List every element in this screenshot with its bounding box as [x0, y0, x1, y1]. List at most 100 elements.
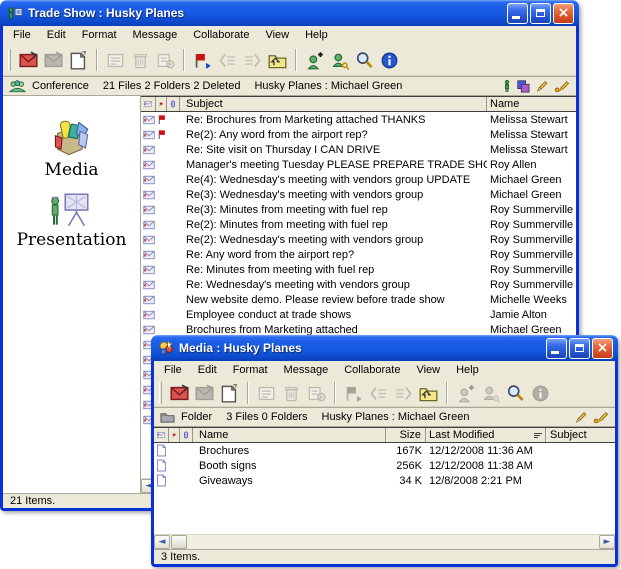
minimize-button[interactable] [507, 3, 528, 24]
toolbar-grip[interactable] [159, 382, 162, 404]
parent-folder-icon[interactable] [266, 49, 289, 72]
parent-folder-icon[interactable] [417, 382, 440, 405]
summarize-icon[interactable] [255, 382, 278, 405]
message-subject: Brochures from Marketing attached [186, 324, 358, 336]
toolbar-divider [247, 382, 249, 404]
menu-item[interactable]: File [156, 361, 190, 380]
column-header-icon[interactable] [141, 97, 156, 111]
message-row[interactable]: Re(2): Any word from the airport rep? Me… [141, 127, 576, 142]
message-subject: Manager's meeting Tuesday PLEASE PREPARE… [186, 159, 487, 171]
file-row[interactable]: Booth signs 256K 12/12/2008 11:38 AM [154, 458, 615, 473]
column-header-size[interactable]: Size [386, 428, 426, 442]
protected-pencil-icon[interactable] [593, 410, 609, 424]
column-header-attachment[interactable] [167, 97, 180, 111]
file-size: 167K [396, 445, 422, 457]
permissions-icon[interactable] [479, 382, 502, 405]
flag-icon[interactable] [342, 382, 365, 405]
add-member-icon[interactable] [454, 382, 477, 405]
message-row[interactable]: Employee conduct at trade shows Jamie Al… [141, 307, 576, 322]
unsubscribe-icon[interactable] [305, 382, 328, 405]
file-row[interactable]: Giveaways 34 K 12/8/2008 2:21 PM [154, 473, 615, 488]
menu-item[interactable]: Edit [190, 361, 225, 380]
search-icon[interactable] [504, 382, 527, 405]
unsubscribe-icon[interactable] [154, 49, 177, 72]
file-name: Booth signs [199, 460, 256, 472]
delete-icon[interactable] [129, 49, 152, 72]
unquote-icon[interactable] [392, 382, 415, 405]
message-row[interactable]: New website demo. Please review before t… [141, 292, 576, 307]
new-document-icon[interactable] [218, 382, 241, 405]
scrollbar-thumb[interactable] [171, 535, 187, 549]
menu-item[interactable]: Collaborate [336, 361, 408, 380]
message-row[interactable]: Re(4): Wednesday's meeting with vendors … [141, 172, 576, 187]
file-row[interactable]: Brochures 167K 12/12/2008 11:36 AM [154, 443, 615, 458]
desktop-item-media[interactable]: Media [45, 118, 99, 180]
message-row[interactable]: Re: Minutes from meeting with fuel rep R… [141, 262, 576, 277]
menu-item[interactable]: View [257, 26, 297, 45]
message-row[interactable]: Re: Site visit on Thursday I CAN DRIVE M… [141, 142, 576, 157]
info-icon[interactable] [378, 49, 401, 72]
column-header-icon[interactable] [154, 428, 169, 442]
menu-item[interactable]: Collaborate [185, 26, 257, 45]
message-row[interactable]: Re(2): Wednesday's meeting with vendors … [141, 232, 576, 247]
column-header-subject[interactable]: Subject [180, 97, 487, 111]
main-titlebar[interactable]: Trade Show : Husky Planes × [0, 0, 579, 26]
message-row[interactable]: Re(3): Minutes from meeting with fuel re… [141, 202, 576, 217]
toolbar-divider [334, 382, 336, 404]
column-header-modified[interactable]: Last Modified [426, 428, 546, 442]
minimize-button[interactable] [546, 338, 567, 359]
menu-item[interactable]: Help [448, 361, 487, 380]
message-row[interactable]: Re: Brochures from Marketing attached TH… [141, 112, 576, 127]
menu-item[interactable]: Help [297, 26, 336, 45]
toolbar-grip[interactable] [8, 49, 11, 71]
menu-item[interactable]: Format [225, 361, 276, 380]
menu-item[interactable]: Message [125, 26, 186, 45]
desktop-panel: Media Presentation [3, 96, 141, 493]
media-toolbar [154, 380, 615, 407]
pencil-icon[interactable] [535, 79, 549, 93]
protected-pencil-icon[interactable] [554, 79, 570, 93]
menu-item[interactable]: View [408, 361, 448, 380]
maximize-button[interactable] [530, 3, 551, 24]
column-header-flag[interactable] [169, 428, 180, 442]
message-row[interactable]: Manager's meeting Tuesday PLEASE PREPARE… [141, 157, 576, 172]
add-member-icon[interactable] [303, 49, 326, 72]
quote-icon[interactable] [367, 382, 390, 405]
delete-icon[interactable] [280, 382, 303, 405]
flag-icon[interactable] [191, 49, 214, 72]
new-document-icon[interactable] [67, 49, 90, 72]
unsend-message-icon[interactable] [193, 382, 216, 405]
new-message-icon[interactable] [17, 49, 40, 72]
unquote-icon[interactable] [241, 49, 264, 72]
media-titlebar[interactable]: Media : Husky Planes × [151, 335, 618, 361]
quote-icon[interactable] [216, 49, 239, 72]
menu-item[interactable]: File [5, 26, 39, 45]
sort-indicator-icon [534, 433, 542, 438]
pencil-icon[interactable] [574, 410, 588, 424]
message-row[interactable]: Re(2): Minutes from meeting with fuel re… [141, 217, 576, 232]
desktop-item-presentation[interactable]: Presentation [17, 192, 127, 250]
message-sender: Roy Summerville [490, 204, 573, 216]
message-row[interactable]: Re(3): Wednesday's meeting with vendors … [141, 187, 576, 202]
search-icon[interactable] [353, 49, 376, 72]
new-message-icon[interactable] [168, 382, 191, 405]
column-header-name[interactable]: Name [487, 97, 576, 111]
unsend-message-icon[interactable] [42, 49, 65, 72]
close-button[interactable]: × [592, 338, 613, 359]
column-header-attachment[interactable] [180, 428, 193, 442]
scroll-right-button[interactable]: ► [599, 535, 615, 549]
permissions-icon[interactable] [328, 49, 351, 72]
close-button[interactable]: × [553, 3, 574, 24]
scroll-left-button[interactable]: ◄ [154, 535, 170, 549]
maximize-button[interactable] [569, 338, 590, 359]
message-row[interactable]: Re: Any word from the airport rep? Roy S… [141, 247, 576, 262]
info-icon[interactable] [529, 382, 552, 405]
column-header-name[interactable]: Name [193, 428, 386, 442]
summarize-icon[interactable] [104, 49, 127, 72]
menu-item[interactable]: Edit [39, 26, 74, 45]
menu-item[interactable]: Format [74, 26, 125, 45]
column-header-subject[interactable]: Subject [546, 428, 615, 442]
column-header-flag[interactable] [156, 97, 167, 111]
message-row[interactable]: Re: Wednesday's meeting with vendors gro… [141, 277, 576, 292]
menu-item[interactable]: Message [276, 361, 337, 380]
